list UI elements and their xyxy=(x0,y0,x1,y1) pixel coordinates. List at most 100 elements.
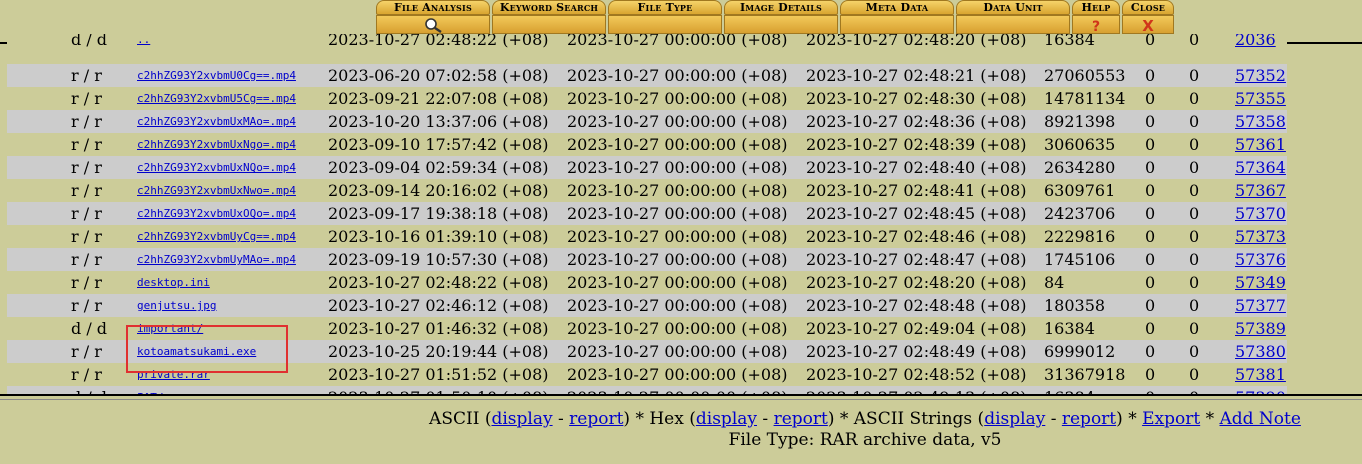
row-type: r / r xyxy=(71,89,102,108)
row-accessed: 2023-10-27 00:00:00 (+08) xyxy=(567,250,788,269)
meta-link[interactable]: 57376 xyxy=(1235,250,1286,269)
row-meta: 57381 xyxy=(1235,363,1286,386)
meta-link[interactable]: 2036 xyxy=(1235,34,1276,49)
strings-report-link[interactable]: report xyxy=(1062,409,1116,429)
separator: * xyxy=(1205,409,1215,429)
meta-link[interactable]: 57352 xyxy=(1235,66,1286,85)
tab-meta-data[interactable]: Meta Data xyxy=(840,0,954,15)
row-uid: 0 xyxy=(1145,386,1155,394)
file-name-link[interactable]: desktop.ini xyxy=(137,276,210,289)
file-analysis-search-tab[interactable] xyxy=(376,15,490,34)
file-name-link[interactable]: c2hhZG93Y2xvbmUxNQo=.mp4 xyxy=(137,161,296,174)
meta-link[interactable]: 57380 xyxy=(1235,342,1286,361)
row-name: c2hhZG93Y2xvbmUxNwo=.mp4 xyxy=(137,179,296,202)
meta-link[interactable]: 57364 xyxy=(1235,158,1286,177)
tab-help[interactable]: Help xyxy=(1072,0,1120,15)
export-link[interactable]: Export xyxy=(1142,409,1200,429)
row-uid: 0 xyxy=(1145,66,1156,85)
file-name-link[interactable]: .. xyxy=(137,34,150,46)
file-name-link[interactable]: genjutsu.jpg xyxy=(137,299,216,312)
meta-link[interactable]: 57367 xyxy=(1235,181,1286,200)
row-size: 6309761 xyxy=(1044,181,1116,200)
file-name-link[interactable]: c2hhZG93Y2xvbmUxOQo=.mp4 xyxy=(137,207,296,220)
meta-link[interactable]: 57373 xyxy=(1235,227,1286,246)
tab-data-unit[interactable]: Data Unit xyxy=(956,0,1070,15)
meta-link[interactable]: 57377 xyxy=(1235,296,1286,315)
meta-link[interactable]: 57349 xyxy=(1235,273,1286,292)
row-uid: 0 xyxy=(1145,296,1156,315)
tab-close[interactable]: Close xyxy=(1122,0,1174,15)
help-button[interactable]: ? xyxy=(1072,15,1120,35)
row-uid: 0 xyxy=(1145,227,1156,246)
row-created: 2023-10-27 02:48:20 (+08) xyxy=(806,273,1027,292)
row-type: r / r xyxy=(71,204,102,223)
meta-link[interactable]: 57381 xyxy=(1235,365,1286,384)
table-row-partial[interactable]: d / d .. 2023-10-27 02:48:22 (+08) 2023-… xyxy=(7,34,1287,51)
table-row[interactable]: r / r c2hhZG93Y2xvbmUxMAo=.mp4 2023-10-20 … xyxy=(7,110,1287,133)
row-meta: 57377 xyxy=(1235,294,1286,317)
row-type: r / r xyxy=(71,112,102,131)
row-name: c2hhZG93Y2xvbmUxNgo=.mp4 xyxy=(137,133,296,156)
row-written: 2023-10-27 01:51:52 (+08) xyxy=(328,365,549,384)
table-row[interactable]: r / r c2hhZG93Y2xvbmU5Cg==.mp4 2023-09-21 … xyxy=(7,87,1287,110)
file-name-link[interactable]: c2hhZG93Y2xvbmUyCg==.mp4 xyxy=(137,230,296,243)
meta-link[interactable]: 57370 xyxy=(1235,204,1286,223)
row-uid: 0 xyxy=(1145,135,1156,154)
row-gid: 0 xyxy=(1189,273,1200,292)
file-name-link[interactable]: c2hhZG93Y2xvbmU0Cg==.mp4 xyxy=(137,69,296,82)
tab-file-type[interactable]: File Type xyxy=(608,0,722,15)
tab-image-details[interactable]: Image Details xyxy=(724,0,838,15)
row-type: d / d xyxy=(71,34,108,49)
table-row[interactable]: r / r c2hhZG93Y2xvbmU0Cg==.mp4 2023-06-20 … xyxy=(7,64,1287,87)
row-name: c2hhZG93Y2xvbmUxMAo=.mp4 xyxy=(137,110,296,133)
table-row[interactable]: r / r c2hhZG93Y2xvbmUxOQo=.mp4 2023-09-17 … xyxy=(7,202,1287,225)
row-meta: 57355 xyxy=(1235,87,1286,110)
row-size: 2634280 xyxy=(1044,158,1116,177)
row-gid: 0 xyxy=(1189,342,1200,361)
row-written: 2023-09-10 17:57:42 (+08) xyxy=(328,135,549,154)
table-row[interactable]: r / r c2hhZG93Y2xvbmUxNgo=.mp4 2023-09-10 … xyxy=(7,133,1287,156)
meta-link[interactable]: 57355 xyxy=(1235,89,1286,108)
hex-report-link[interactable]: report xyxy=(774,409,828,429)
file-name-link[interactable]: c2hhZG93Y2xvbmUxNwo=.mp4 xyxy=(137,184,296,197)
hex-display-link[interactable]: display xyxy=(696,409,757,429)
row-written: 2023-10-27 02:48:22 (+08) xyxy=(328,273,549,292)
row-accessed: 2023-10-27 00:00:00 (+08) xyxy=(567,66,788,85)
tab-keyword-search[interactable]: Keyword Search xyxy=(492,0,606,15)
strings-display-link[interactable]: display xyxy=(984,409,1045,429)
row-written: 2023-09-17 19:38:18 (+08) xyxy=(328,204,549,223)
table-row[interactable]: r / r desktop.ini 2023-10-27 02:48:22 (+08… xyxy=(7,271,1287,294)
row-accessed: 2023-10-27 00:00:00 (+08) xyxy=(567,204,788,223)
separator: * xyxy=(1128,409,1137,429)
table-row[interactable]: r / r c2hhZG93Y2xvbmUxNQo=.mp4 2023-09-04 … xyxy=(7,156,1287,179)
table-row[interactable]: r / r c2hhZG93Y2xvbmUyCg==.mp4 2023-10-16 … xyxy=(7,225,1287,248)
row-written: 2023-10-27 02:48:22 (+08) xyxy=(328,34,549,49)
tab-file-analysis[interactable]: File Analysis xyxy=(376,0,490,15)
add-note-link[interactable]: Add Note xyxy=(1219,409,1300,429)
meta-link[interactable]: 57358 xyxy=(1235,112,1286,131)
row-accessed: 2023-10-27 00:00:00 (+08) xyxy=(567,181,788,200)
row-name: desktop.ini xyxy=(137,271,210,294)
row-written: 2023-10-16 01:39:10 (+08) xyxy=(328,227,549,246)
file-name-link[interactable]: c2hhZG93Y2xvbmUxNgo=.mp4 xyxy=(137,138,296,151)
row-uid: 0 xyxy=(1145,204,1156,223)
row-name: genjutsu.jpg xyxy=(137,294,216,317)
close-button[interactable]: X xyxy=(1122,15,1174,35)
row-uid: 0 xyxy=(1145,250,1156,269)
table-row[interactable]: r / r c2hhZG93Y2xvbmUyMAo=.mp4 2023-09-19 … xyxy=(7,248,1287,271)
table-row[interactable]: r / r genjutsu.jpg 2023-10-27 02:46:12 (+0… xyxy=(7,294,1287,317)
file-name-link[interactable]: c2hhZG93Y2xvbmUxMAo=.mp4 xyxy=(137,115,296,128)
table-row[interactable]: r / r c2hhZG93Y2xvbmUxNwo=.mp4 2023-09-14 … xyxy=(7,179,1287,202)
row-size: 2229816 xyxy=(1044,227,1116,246)
separator: - xyxy=(557,409,564,429)
row-uid: 0 xyxy=(1145,112,1156,131)
table-row[interactable]: d / d I^T/2023-10-27 01:50:10 (+08) 2023-1… xyxy=(7,386,1287,394)
file-name-link[interactable]: c2hhZG93Y2xvbmUyMAo=.mp4 xyxy=(137,253,296,266)
row-type: r / r xyxy=(71,273,102,292)
row-size: 16384 xyxy=(1044,386,1095,394)
meta-link[interactable]: 57361 xyxy=(1235,135,1286,154)
ascii-display-link[interactable]: display xyxy=(491,409,552,429)
file-name-link[interactable]: c2hhZG93Y2xvbmU5Cg==.mp4 xyxy=(137,92,296,105)
ascii-report-link[interactable]: report xyxy=(569,409,623,429)
meta-link[interactable]: 57389 xyxy=(1235,319,1286,338)
